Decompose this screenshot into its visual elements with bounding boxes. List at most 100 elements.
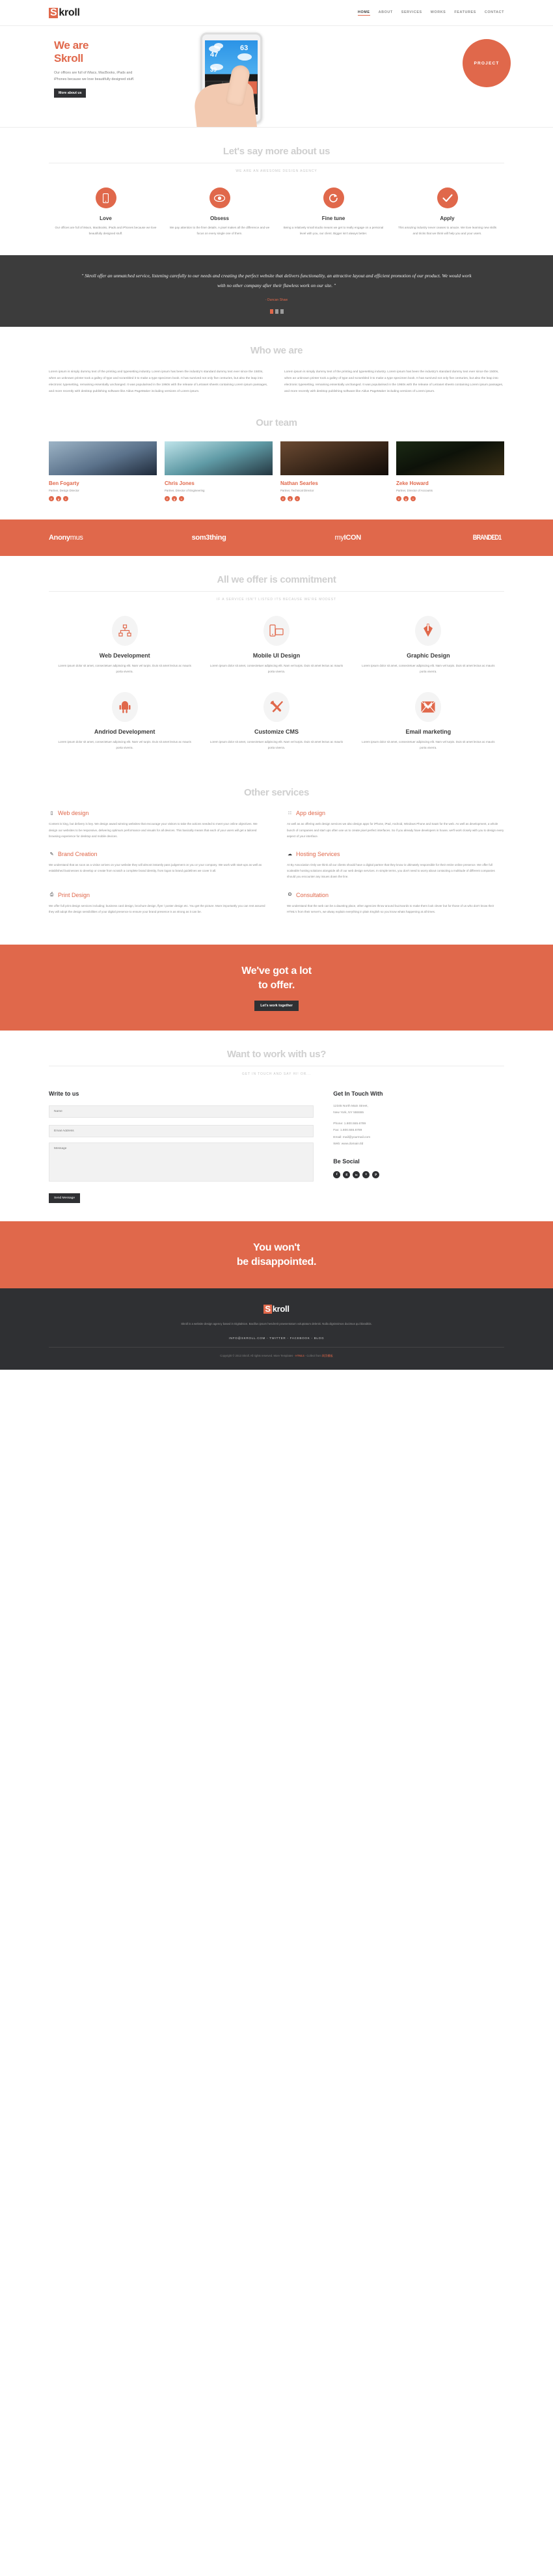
logo-text: kroll: [59, 7, 80, 18]
footer-logo[interactable]: Skroll: [0, 1304, 553, 1314]
facebook-icon[interactable]: f: [396, 496, 401, 502]
footer-logo-text: kroll: [272, 1304, 290, 1314]
pinterest-icon[interactable]: p: [372, 1170, 380, 1178]
copyright-link-html5[interactable]: HTML5: [295, 1354, 304, 1357]
google-icon[interactable]: g: [403, 496, 409, 502]
nav-item-features[interactable]: FEATURES: [454, 10, 476, 16]
contact-phone: Phone: 1.800.555.6789: [333, 1122, 366, 1126]
pager-dot-1[interactable]: [269, 309, 273, 314]
other-service-text: At By Association Only we think all our …: [287, 863, 495, 879]
facebook-icon[interactable]: f: [333, 1170, 341, 1178]
message-field[interactable]: [49, 1143, 314, 1182]
team-member-name[interactable]: Zeke Howard: [396, 480, 504, 486]
footer-copyright: Copyright © 2013 Skroll. All rights rese…: [49, 1347, 504, 1358]
twitter-icon[interactable]: t: [63, 496, 68, 502]
hero-paragraph: Our offices are full of iMacs, MacBooks,…: [54, 71, 135, 81]
client-logo-branded1[interactable]: BRANDED1: [473, 534, 502, 542]
nav-item-services[interactable]: SERVICES: [401, 10, 422, 16]
google-icon[interactable]: g: [56, 496, 61, 502]
facebook-icon[interactable]: f: [280, 496, 286, 502]
client-logo-anonymus[interactable]: Anonymus: [49, 534, 83, 542]
service-title: Mobile UI Design: [252, 652, 301, 659]
logo-s-mark: S: [49, 7, 59, 19]
google-icon[interactable]: g: [288, 496, 293, 502]
linkedin-icon[interactable]: in: [353, 1170, 360, 1178]
eye-icon: [209, 187, 230, 208]
testimonial-quote: " Skroll offer an unmatched service, lis…: [81, 272, 472, 289]
who-column-left: Lorem ipsum is simply dummy text of the …: [49, 370, 268, 394]
refresh-icon: [323, 187, 344, 208]
team-section: Our team Ben Fogarty Partner, Design Dir…: [0, 413, 553, 519]
team-member-name[interactable]: Nathan Searles: [280, 480, 388, 486]
other-service-title[interactable]: App design: [296, 810, 325, 816]
twitter-icon[interactable]: t: [295, 496, 300, 502]
android-icon: [111, 691, 138, 722]
other-service-title[interactable]: Print Design: [58, 892, 90, 898]
team-member-name[interactable]: Chris Jones: [165, 480, 273, 486]
other-service-item: ∷ App design As well as as offering web …: [276, 810, 504, 851]
nav-item-about[interactable]: ABOUT: [379, 10, 393, 16]
testimonial-section: " Skroll offer an unmatched service, lis…: [0, 255, 553, 327]
testimonial-pager: [0, 309, 553, 314]
copyright-link-templates[interactable]: 网页模板: [322, 1354, 333, 1357]
feature-text: This amazing industry never ceases to am…: [398, 226, 497, 235]
printer-icon: ⎙: [49, 892, 54, 897]
send-message-button[interactable]: Send Message: [49, 1193, 80, 1204]
lets-work-together-button[interactable]: Let's work together: [254, 1001, 299, 1012]
twitter-icon[interactable]: t: [362, 1170, 370, 1178]
clients-band: Anonymus som3thing myICON BRANDED1: [0, 519, 553, 557]
hero-more-about-button[interactable]: More about us: [54, 89, 87, 98]
cloud-icon: ☁: [288, 852, 292, 857]
devices-icon: [263, 616, 290, 646]
contact-form-title: Write to us: [49, 1090, 79, 1098]
site-logo[interactable]: Skroll: [49, 7, 80, 19]
twitter-icon[interactable]: t: [411, 496, 416, 502]
client-logo-myicon[interactable]: myICON: [334, 534, 361, 542]
client-logo-som3thing[interactable]: som3thing: [192, 534, 226, 542]
contact-web[interactable]: Web: www.domain.tld: [333, 1141, 504, 1148]
other-service-title[interactable]: Brand Creation: [58, 851, 98, 857]
nav-item-home[interactable]: HOME: [358, 10, 370, 16]
other-service-title[interactable]: Consultation: [296, 892, 329, 898]
pager-dot-2[interactable]: [275, 309, 278, 314]
facebook-icon[interactable]: f: [49, 496, 54, 502]
team-member-name[interactable]: Ben Fogarty: [49, 480, 157, 486]
hero-title-line1: We are: [54, 39, 89, 51]
project-badge[interactable]: PROJECT: [463, 39, 511, 87]
be-social-block: Be Social f g in t p: [333, 1158, 504, 1178]
google-icon[interactable]: g: [343, 1170, 351, 1178]
other-service-title[interactable]: Web design: [58, 810, 88, 816]
copyright-mid: - Collect from: [304, 1354, 322, 1358]
avatar[interactable]: [396, 441, 504, 476]
email-field[interactable]: [49, 1125, 314, 1138]
cta-disappointed-title: You won't be disappointed.: [0, 1241, 553, 1269]
other-service-title[interactable]: Hosting Services: [296, 851, 340, 857]
cta-disappointed-band: You won't be disappointed.: [0, 1221, 553, 1289]
pen-tool-icon: [415, 616, 442, 646]
tools-icon: [263, 691, 290, 722]
other-service-item: ⎙ Print Design We offer full print desig…: [49, 892, 276, 926]
contact-subtitle: GET IN TOUCH AND SAY HI! OR...: [242, 1072, 311, 1077]
avatar[interactable]: [49, 441, 157, 476]
footer-links[interactable]: INFO@SKROLL.COM - TWITTER - FACEBOOK - B…: [0, 1336, 553, 1340]
twitter-icon[interactable]: t: [179, 496, 184, 502]
nav-item-works[interactable]: WORKS: [431, 10, 446, 16]
weather-temp-secondary: 63: [240, 44, 249, 52]
team-title: Our team: [256, 417, 297, 429]
name-field[interactable]: [49, 1105, 314, 1118]
facebook-icon[interactable]: f: [165, 496, 170, 502]
services-title: All we offer is commitment: [217, 574, 336, 586]
avatar[interactable]: [280, 441, 388, 476]
page-root: Skroll HOME ABOUT SERVICES WORKS FEATURE…: [0, 0, 553, 1370]
about-section: Let's say more about us WE ARE AN AWESOM…: [0, 128, 553, 255]
google-icon[interactable]: g: [172, 496, 177, 502]
avatar[interactable]: [165, 441, 273, 476]
nav-item-contact[interactable]: CONTACT: [485, 10, 504, 16]
service-title: Graphic Design: [407, 652, 450, 659]
service-text: Lorem ipsum dolor sit amet, consectetuer…: [362, 740, 495, 749]
contact-email[interactable]: Email: mail@yourmail.com: [333, 1135, 504, 1141]
about-subtitle: WE ARE AN AWESOME DESIGN AGENCY: [236, 169, 317, 173]
contact-address-block: 12345 North Main Street, New York, NY 55…: [333, 1103, 504, 1147]
service-card: Mobile UI Design Lorem ipsum dolor sit a…: [200, 616, 352, 675]
pager-dot-3[interactable]: [280, 309, 284, 314]
